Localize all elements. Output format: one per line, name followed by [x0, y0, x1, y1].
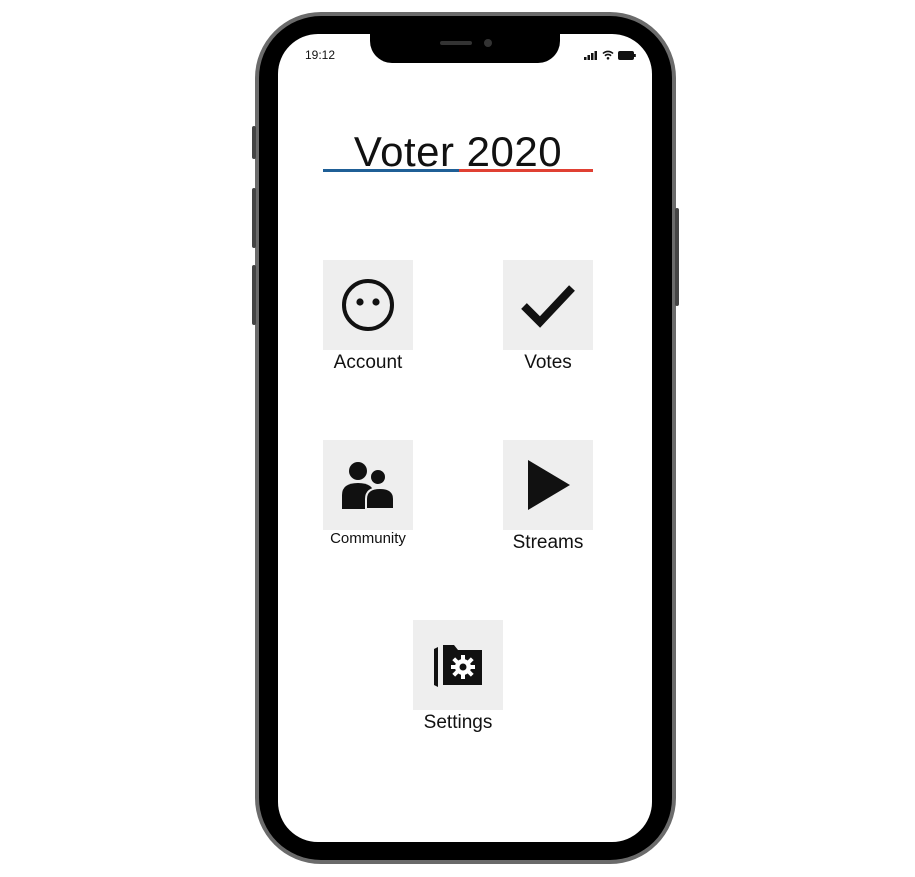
smiley-face-icon [342, 279, 394, 331]
play-icon [528, 460, 570, 510]
account-button[interactable] [323, 260, 413, 350]
power-button [675, 208, 679, 306]
status-time: 19:12 [305, 48, 336, 62]
speaker-grille [440, 41, 472, 45]
people-group-icon [342, 462, 395, 510]
settings-label: Settings [423, 712, 493, 733]
folder-settings-icon [434, 645, 482, 687]
front-camera [484, 39, 492, 47]
title-underline-blue [323, 169, 459, 172]
volume-down-button [252, 265, 256, 325]
streams-label: Streams [512, 532, 584, 553]
checkmark-icon [521, 285, 575, 328]
community-button[interactable] [323, 440, 413, 530]
phone-screen: 19:12 Voter 2020 Account Votes Community… [278, 34, 652, 842]
votes-label: Votes [524, 352, 572, 373]
community-label: Community [330, 530, 406, 547]
title-underline-red [459, 169, 593, 172]
account-label: Account [333, 352, 403, 373]
votes-button[interactable] [503, 260, 593, 350]
mute-switch [252, 126, 256, 159]
settings-button[interactable] [413, 620, 503, 710]
volume-up-button [252, 188, 256, 248]
battery-icon [618, 51, 636, 60]
signal-icon [584, 51, 597, 60]
streams-button[interactable] [503, 440, 593, 530]
notch [370, 34, 560, 63]
status-icons [584, 50, 636, 60]
wifi-icon [602, 50, 614, 60]
